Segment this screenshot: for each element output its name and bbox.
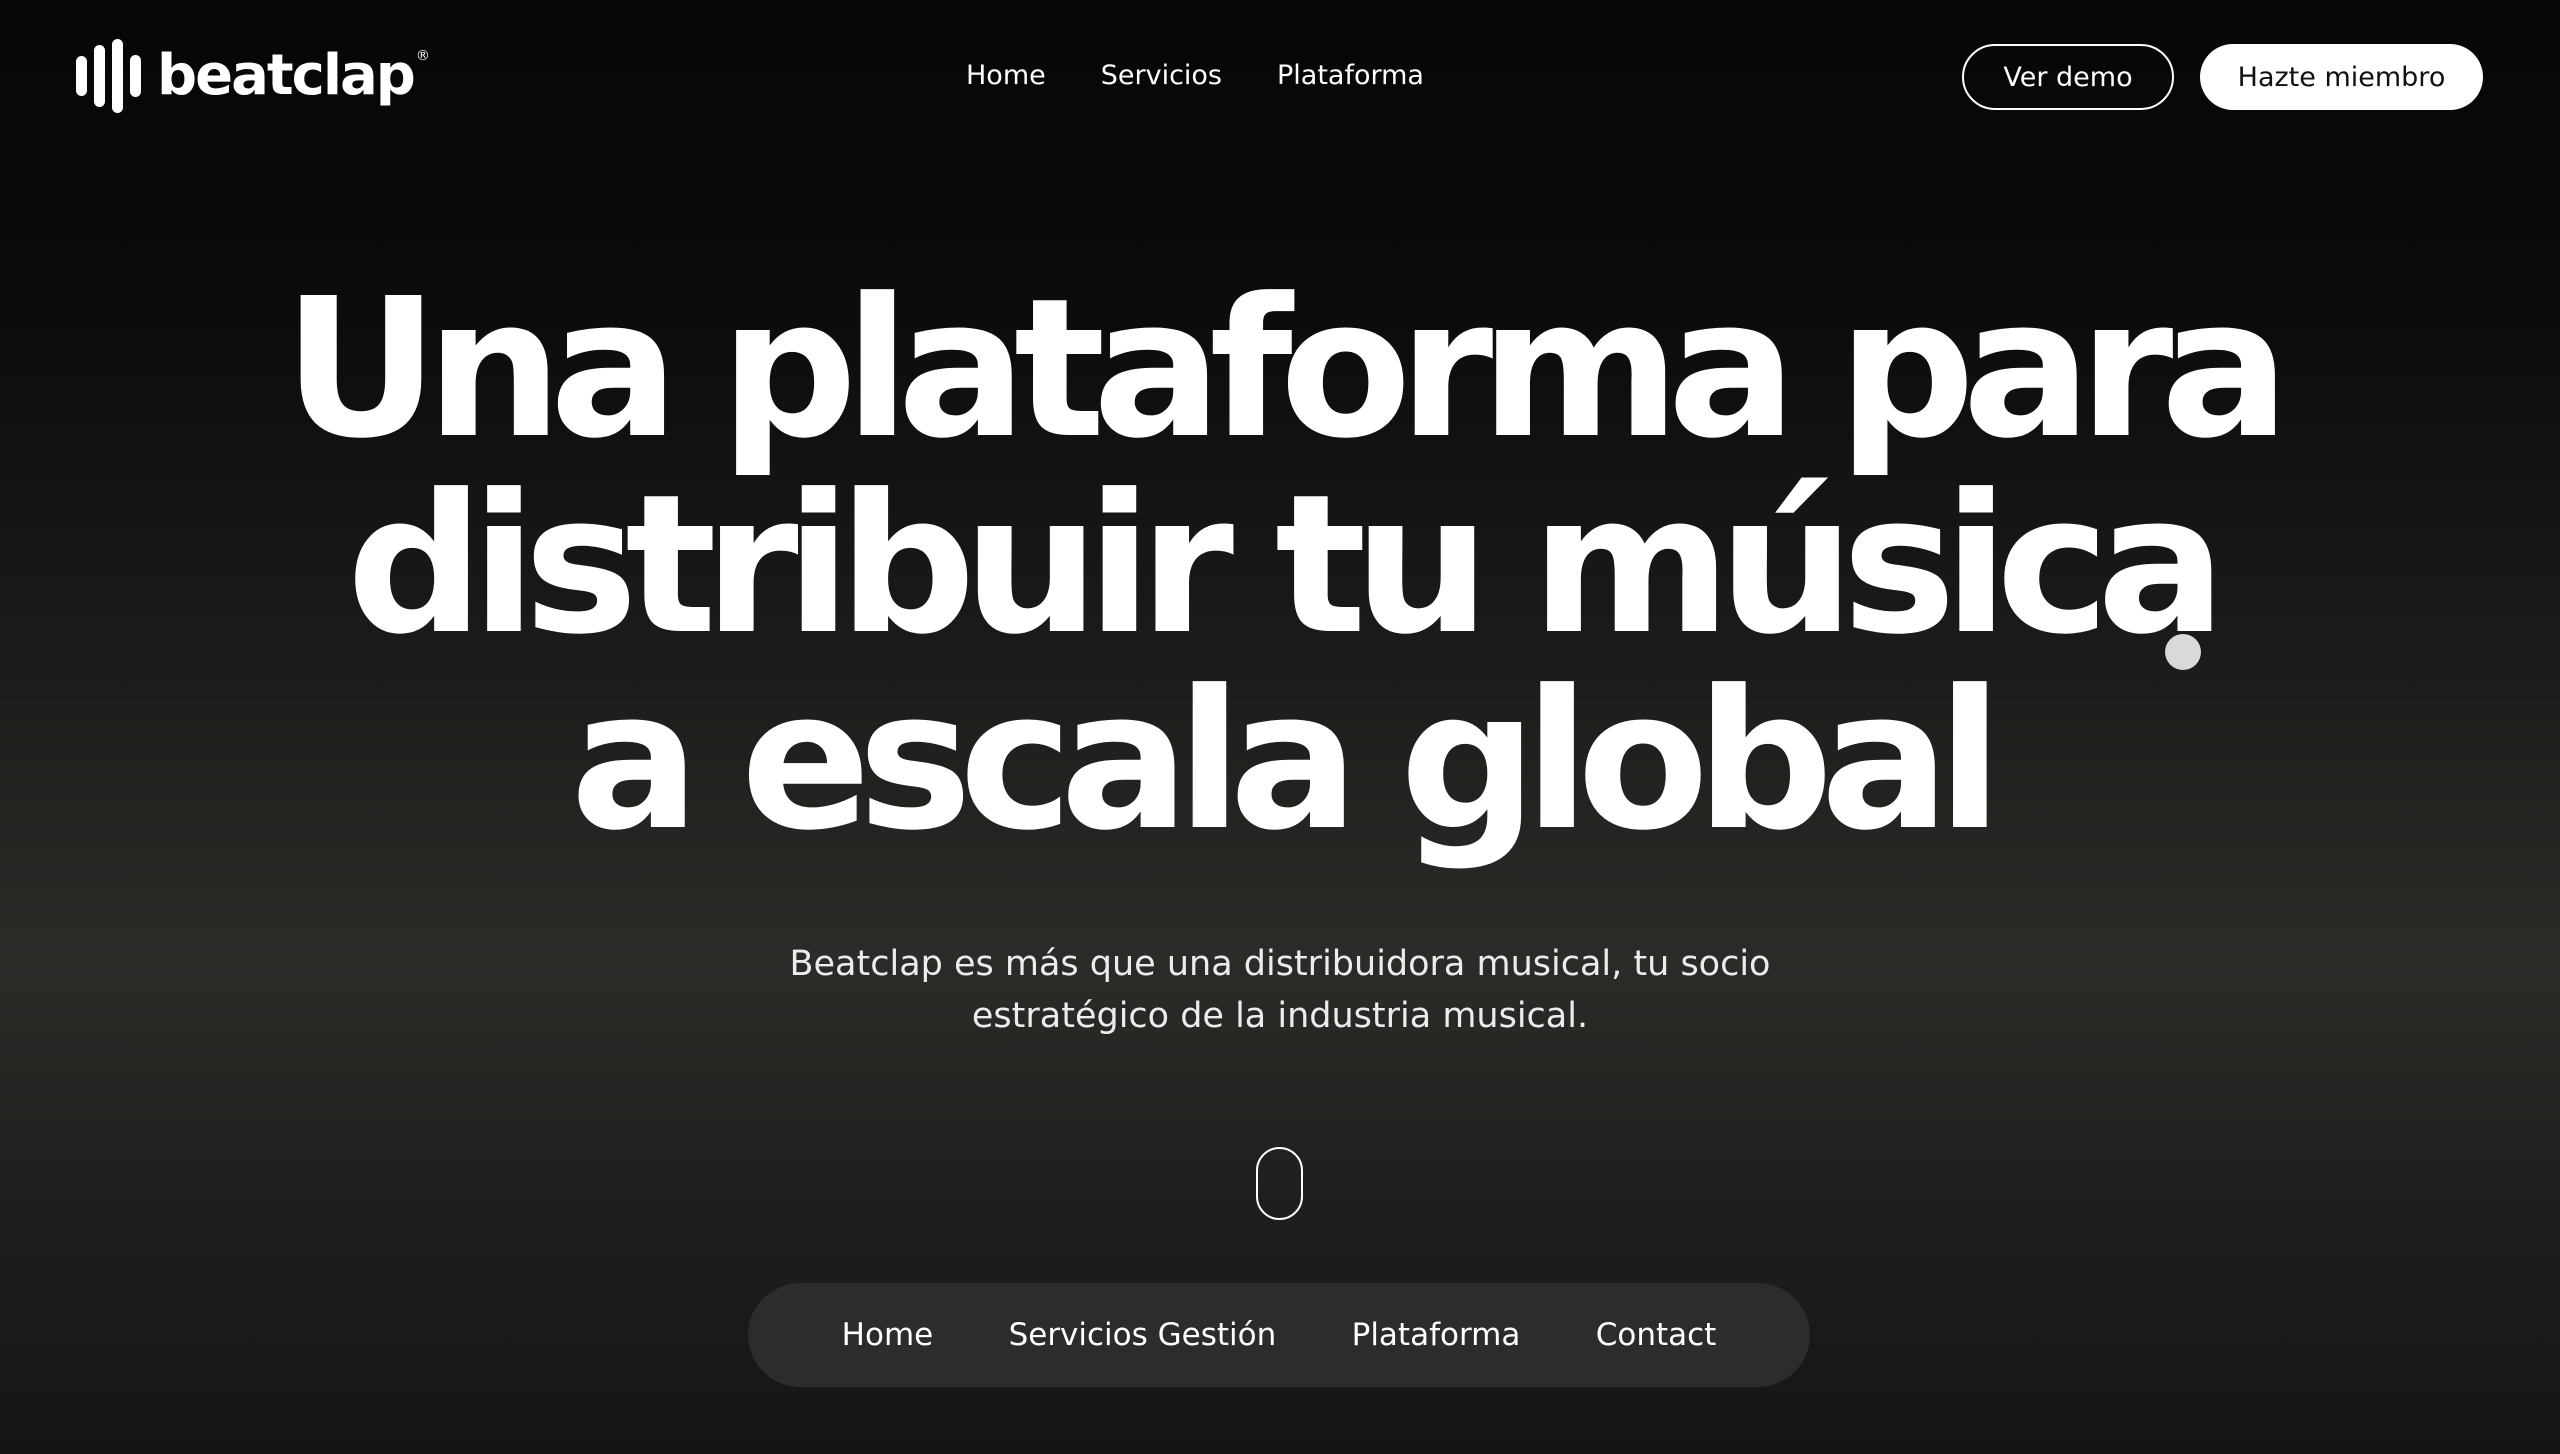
registered-mark: ® [415, 48, 430, 64]
brand-name: beatclap [157, 43, 416, 108]
hero-title-line-3: a escala global [570, 650, 2002, 873]
site-header: beatclap ® Home Servicios Plataforma Ver… [0, 0, 2560, 152]
bottom-nav-servicios-gestion[interactable]: Servicios Gestión [1009, 1315, 1277, 1355]
hero-title: Una plataforma para distribuir tu música… [0, 272, 2560, 860]
cursor-dot [2165, 634, 2201, 670]
bottom-nav-plataforma[interactable]: Plataforma [1352, 1315, 1521, 1355]
hero-subtitle: Beatclap es más que una distribuidora mu… [0, 938, 2560, 1042]
bottom-nav-home[interactable]: Home [842, 1315, 934, 1355]
soundwave-bars-icon [76, 36, 141, 116]
hazte-miembro-button[interactable]: Hazte miembro [2200, 44, 2483, 110]
hero-title-line-1: Una plataforma para [283, 258, 2290, 481]
top-nav-servicios[interactable]: Servicios [1101, 58, 1222, 94]
hero-subtitle-line-1: Beatclap es más que una distribuidora mu… [789, 944, 1771, 984]
top-nav-home[interactable]: Home [966, 58, 1046, 94]
mouse-scroll-icon[interactable] [1256, 1147, 1303, 1220]
top-nav: Home Servicios Plataforma [966, 58, 1424, 94]
hero-subtitle-line-2: estratégico de la industria musical. [971, 996, 1589, 1036]
ver-demo-button[interactable]: Ver demo [1962, 44, 2174, 110]
bottom-nav-contact[interactable]: Contact [1596, 1315, 1717, 1355]
bottom-pill-nav: Home Servicios Gestión Plataforma Contac… [748, 1283, 1810, 1387]
brand-logo[interactable]: beatclap ® [76, 36, 430, 116]
top-nav-plataforma[interactable]: Plataforma [1277, 58, 1424, 94]
